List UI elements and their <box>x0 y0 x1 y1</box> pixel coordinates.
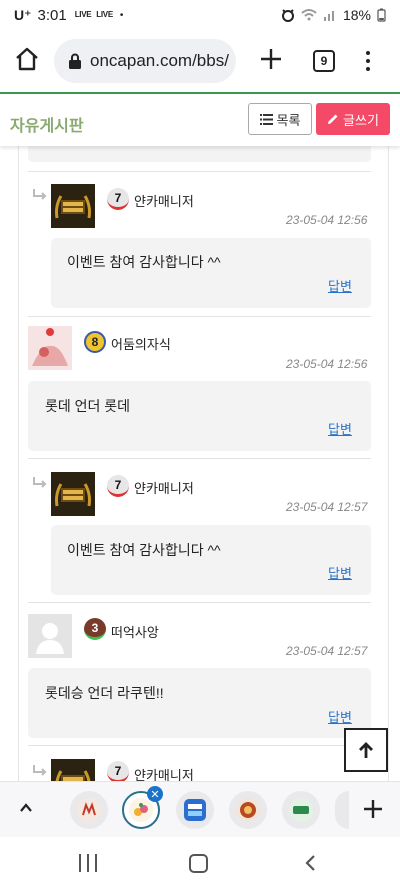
reply-arrow-icon <box>33 765 47 776</box>
tab-thumbnail[interactable] <box>282 791 320 829</box>
avatar[interactable] <box>51 759 95 781</box>
comment-separator <box>28 316 371 317</box>
comment-separator <box>28 171 371 172</box>
comment-date: 23-05-04 12:57 <box>286 500 368 514</box>
close-icon[interactable]: ✕ <box>147 786 163 802</box>
level-badge: 8 <box>84 331 106 353</box>
comment-separator <box>28 745 371 746</box>
home-nav-icon[interactable] <box>189 854 208 873</box>
comment-text: 롯데 언더 롯데 <box>45 398 131 414</box>
status-bar: U⁺ 3:01 LIVE LIVE • 18% <box>0 0 400 30</box>
level-badge: 3 <box>84 618 106 640</box>
pencil-icon <box>328 114 338 124</box>
comment-text: 이벤트 참여 감사합니다 ^^ <box>67 254 221 270</box>
battery-percent: 18% <box>342 7 371 23</box>
scroll-to-top-button[interactable] <box>344 728 388 772</box>
comment-bubble <box>28 668 371 738</box>
board-title[interactable]: 자유게시판 <box>10 112 84 136</box>
tab-thumbnail[interactable] <box>176 791 214 829</box>
avatar[interactable] <box>28 614 72 658</box>
reply-link[interactable]: 답변 <box>328 563 352 582</box>
reply-link[interactable]: 답변 <box>328 276 352 295</box>
tab-strip: ✕ <box>0 781 400 837</box>
address-bar[interactable]: oncapan.com/bbs/ <box>54 39 236 83</box>
comment-date: 23-05-04 12:57 <box>286 644 368 658</box>
url-text: oncapan.com/bbs/ <box>90 51 229 70</box>
arrow-up-icon <box>359 742 373 758</box>
battery-icon <box>377 8 386 22</box>
list-button[interactable]: 목록 <box>248 103 312 135</box>
comment-author[interactable]: 얀카매니저 <box>134 478 194 497</box>
live-score-icon: LIVE <box>74 10 92 19</box>
level-badge: 7 <box>107 188 129 210</box>
write-button[interactable]: 글쓰기 <box>316 103 390 135</box>
avatar[interactable] <box>51 184 95 228</box>
comment-bubble <box>51 238 371 308</box>
comment-separator <box>28 458 371 459</box>
alarm-icon <box>281 9 294 22</box>
comment-bubble <box>51 525 371 595</box>
comment-text: 롯데승 언더 라쿠텐!! <box>45 685 164 701</box>
write-button-label: 글쓰기 <box>343 112 379 128</box>
add-tab-plus-icon[interactable] <box>362 798 384 820</box>
back-icon[interactable] <box>303 854 317 872</box>
system-nav-bar <box>0 837 400 889</box>
carrier-label: U⁺ <box>14 6 32 23</box>
browser-toolbar: oncapan.com/bbs/ 9 <box>0 30 400 92</box>
comment-bubble-partial <box>28 146 371 162</box>
board-header: 자유게시판 목록 글쓰기 <box>0 94 400 146</box>
reply-arrow-icon <box>33 477 47 488</box>
level-badge: 7 <box>107 761 129 781</box>
comment-list: 7 얀카매니저 23-05-04 12:56 이벤트 참여 감사합니다 ^^ 답… <box>0 146 400 781</box>
tab-switcher-button[interactable]: 9 <box>313 50 335 72</box>
comment-author[interactable]: 얀카매니저 <box>134 191 194 210</box>
list-button-label: 목록 <box>276 112 301 128</box>
reply-link[interactable]: 답변 <box>328 707 352 726</box>
caret-up-icon[interactable] <box>18 800 34 816</box>
tab-thumbnail[interactable] <box>229 791 267 829</box>
comment-bubble <box>28 381 371 451</box>
reply-arrow-icon <box>33 189 47 200</box>
level-badge: 7 <box>107 475 129 497</box>
live-score-list-icon: LIVE <box>96 10 113 19</box>
new-tab-plus-icon[interactable] <box>258 46 284 72</box>
menu-dots-icon[interactable] <box>360 48 376 74</box>
avatar[interactable] <box>51 472 95 516</box>
clock: 3:01 <box>37 6 67 24</box>
list-icon <box>259 113 273 125</box>
home-icon[interactable] <box>12 44 42 74</box>
wifi-icon <box>301 9 317 21</box>
notification-dot: • <box>119 9 124 21</box>
reply-link[interactable]: 답변 <box>328 419 352 438</box>
tab-thumbnail[interactable] <box>335 791 349 829</box>
comment-date: 23-05-04 12:56 <box>286 213 368 227</box>
signal-icon <box>323 11 334 21</box>
lock-icon <box>69 53 81 69</box>
tab-thumbnail[interactable] <box>70 791 108 829</box>
comment-author[interactable]: 어둠의자식 <box>111 334 171 353</box>
recent-apps-icon[interactable] <box>79 854 97 872</box>
comment-text: 이벤트 참여 감사합니다 ^^ <box>67 542 221 558</box>
comment-author[interactable]: 얀카매니저 <box>134 765 194 781</box>
avatar[interactable] <box>28 326 72 370</box>
comment-date: 23-05-04 12:56 <box>286 357 368 371</box>
comment-separator <box>28 602 371 603</box>
comment-author[interactable]: 떠억사앙 <box>111 622 159 641</box>
